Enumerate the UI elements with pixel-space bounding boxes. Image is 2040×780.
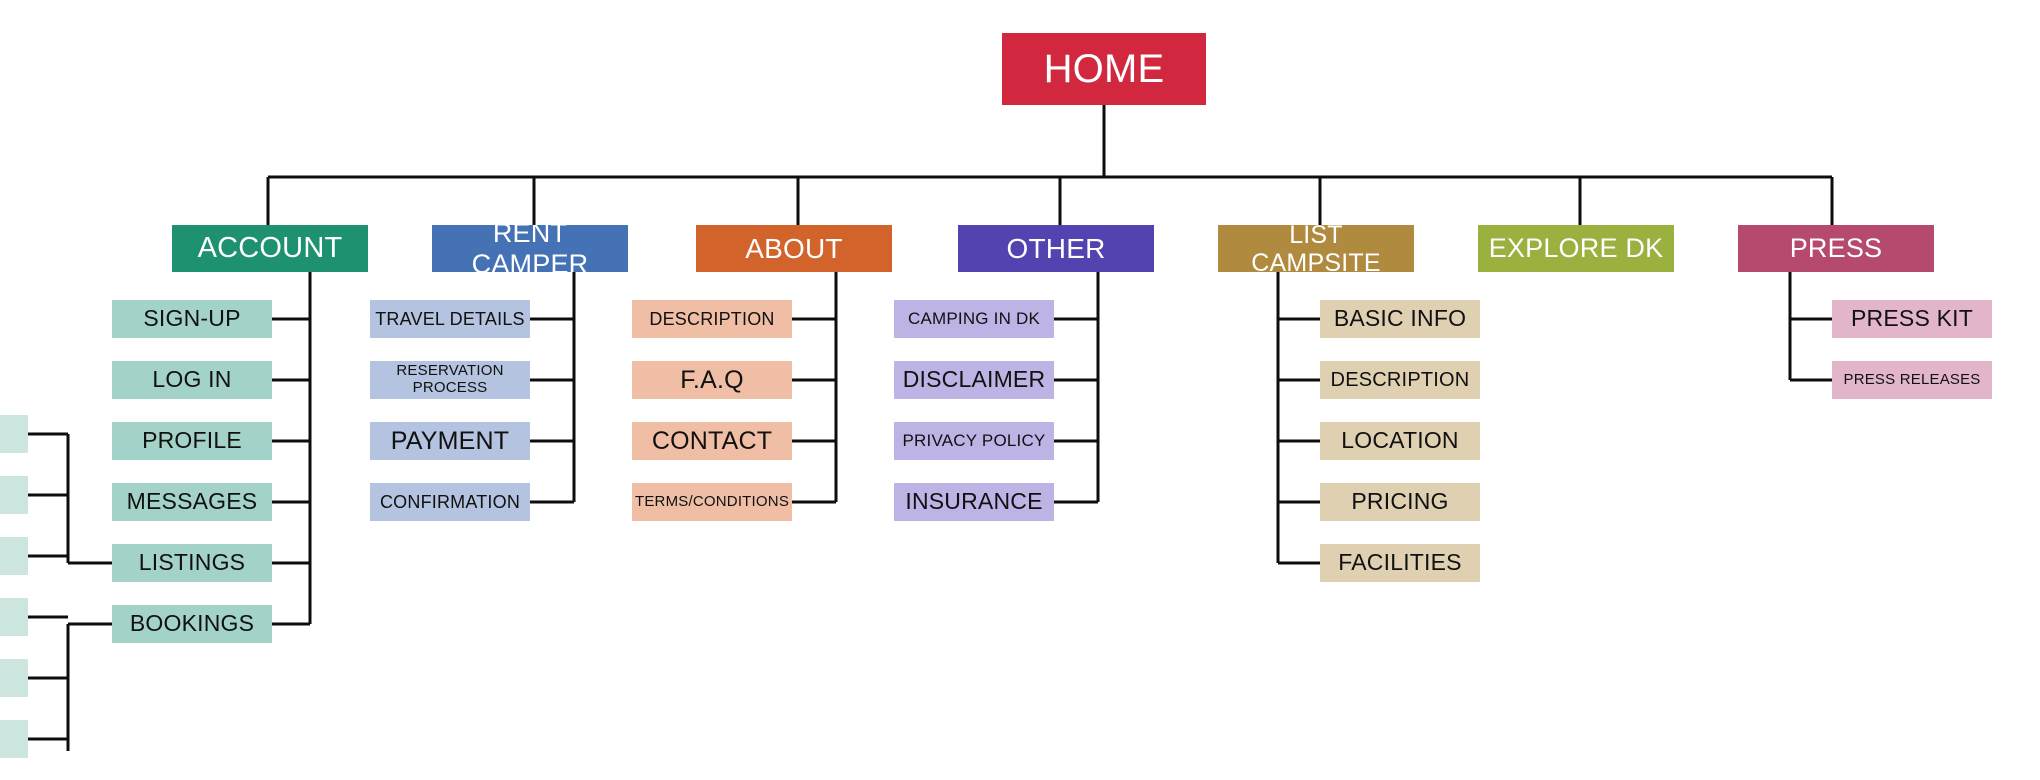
- node-messages[interactable]: MESSAGES: [112, 483, 272, 521]
- node-listings-child-2[interactable]: [0, 476, 28, 514]
- node-description[interactable]: DESCRIPTION: [1320, 361, 1480, 399]
- node-description[interactable]: DESCRIPTION: [632, 300, 792, 338]
- sitemap-diagram: HOME ACCOUNT RENT CAMPER ABOUT OTHER LIST CA…: [0, 0, 2040, 780]
- node-about[interactable]: ABOUT: [696, 225, 892, 272]
- node-bookings-child-2[interactable]: [0, 659, 28, 697]
- node-terms-conditions[interactable]: TERMS/CONDITIONS: [632, 483, 792, 521]
- node-home[interactable]: HOME: [1002, 33, 1206, 105]
- node-press-releases[interactable]: PRESS RELEASES: [1832, 361, 1992, 399]
- node-travel-details[interactable]: TRAVEL DETAILS: [370, 300, 530, 338]
- node-rent-camper[interactable]: RENT CAMPER: [432, 225, 628, 272]
- node-location[interactable]: LOCATION: [1320, 422, 1480, 460]
- node-privacy-policy[interactable]: PRIVACY POLICY: [894, 422, 1054, 460]
- node-listings[interactable]: LISTINGS: [112, 544, 272, 582]
- node-other[interactable]: OTHER: [958, 225, 1154, 272]
- node-payment[interactable]: PAYMENT: [370, 422, 530, 460]
- node-contact[interactable]: CONTACT: [632, 422, 792, 460]
- node-bookings[interactable]: BOOKINGS: [112, 605, 272, 643]
- node-confirmation[interactable]: CONFIRMATION: [370, 483, 530, 521]
- node-bookings-child-3[interactable]: [0, 720, 28, 758]
- node-press[interactable]: PRESS: [1738, 225, 1934, 272]
- node-explore-dk[interactable]: EXPLORE DK: [1478, 225, 1674, 272]
- node-insurance[interactable]: INSURANCE: [894, 483, 1054, 521]
- node-facilities[interactable]: FACILITIES: [1320, 544, 1480, 582]
- node-press-kit[interactable]: PRESS KIT: [1832, 300, 1992, 338]
- node-bookings-child-1[interactable]: [0, 598, 28, 636]
- node-camping-in-dk[interactable]: CAMPING IN DK: [894, 300, 1054, 338]
- node-log-in[interactable]: LOG IN: [112, 361, 272, 399]
- node-reservation-process[interactable]: RESERVATION PROCESS: [370, 361, 530, 399]
- node-sign-up[interactable]: SIGN-UP: [112, 300, 272, 338]
- node-f-a-q[interactable]: F.A.Q: [632, 361, 792, 399]
- node-list-campsite[interactable]: LIST CAMPSITE: [1218, 225, 1414, 272]
- node-disclaimer[interactable]: DISCLAIMER: [894, 361, 1054, 399]
- node-pricing[interactable]: PRICING: [1320, 483, 1480, 521]
- node-profile[interactable]: PROFILE: [112, 422, 272, 460]
- node-account[interactable]: ACCOUNT: [172, 225, 368, 272]
- node-basic-info[interactable]: BASIC INFO: [1320, 300, 1480, 338]
- node-listings-child-1[interactable]: [0, 415, 28, 453]
- node-listings-child-3[interactable]: [0, 537, 28, 575]
